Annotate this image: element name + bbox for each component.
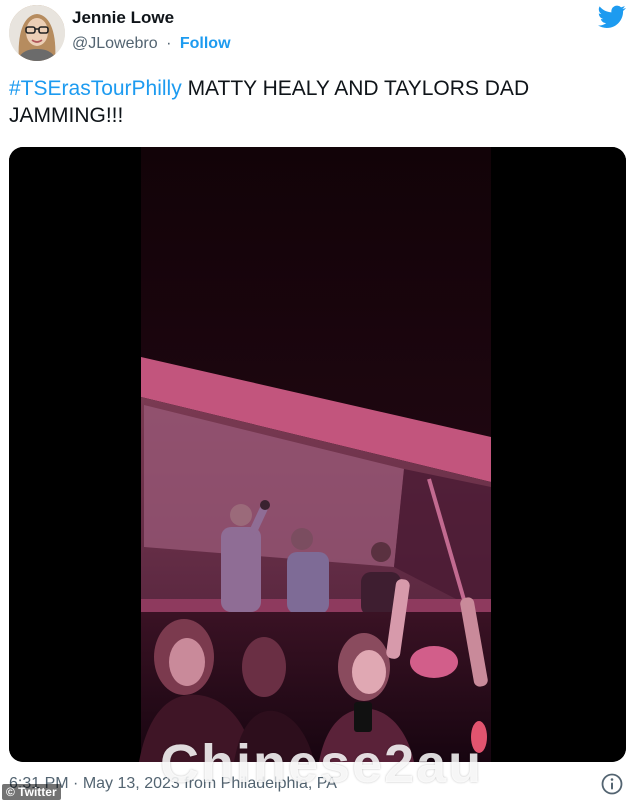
tweet-location: from Philadelphia, PA xyxy=(184,775,337,792)
tweet-date[interactable]: May 13, 2023 xyxy=(83,775,180,792)
author-name[interactable]: Jennie Lowe xyxy=(72,8,174,28)
hashtag-link[interactable]: #TSErasTourPhilly xyxy=(9,77,182,100)
twitter-bird-icon[interactable] xyxy=(598,5,626,29)
separator-dot: · xyxy=(166,35,172,52)
tweet-header: Jennie Lowe @JLowebro · Follow xyxy=(0,0,634,70)
author-handle[interactable]: @JLowebro xyxy=(72,35,158,52)
video-frame xyxy=(9,147,626,762)
tweet-video[interactable] xyxy=(9,147,626,762)
avatar[interactable] xyxy=(9,5,65,61)
info-icon[interactable] xyxy=(600,772,624,796)
handle-row: @JLowebro · Follow xyxy=(72,35,231,53)
tweet-text: #TSErasTourPhilly MATTY HEALY AND TAYLOR… xyxy=(9,75,619,129)
photo-credit: © Twitter xyxy=(2,784,61,800)
follow-button[interactable]: Follow xyxy=(180,35,231,52)
separator-dot: · xyxy=(73,775,79,792)
